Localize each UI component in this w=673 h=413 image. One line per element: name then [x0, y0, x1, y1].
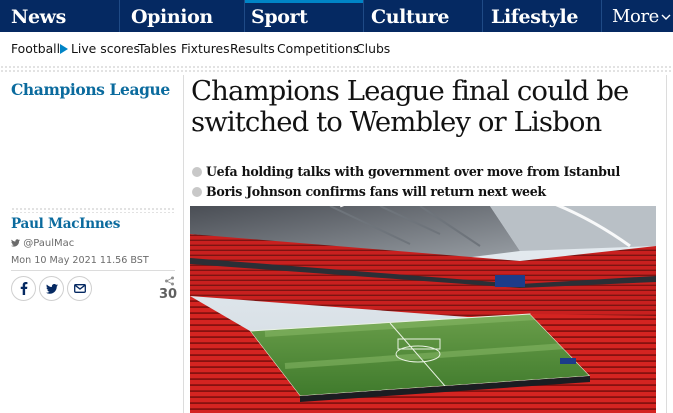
standfirst-text: Boris Johnson confirms fans will return …	[206, 184, 546, 199]
subnav-fixtures[interactable]: Fixtures	[181, 41, 230, 56]
standfirst-bullets: Uefa holding talks with government over …	[191, 162, 661, 202]
byline-rule	[11, 270, 175, 271]
subnav-competitions[interactable]: Competitions	[277, 41, 359, 56]
chevron-down-icon	[661, 14, 671, 20]
standfirst-text: Uefa holding talks with government over …	[206, 164, 621, 179]
nav-lifestyle[interactable]: Lifestyle	[491, 0, 578, 32]
play-icon	[60, 44, 68, 54]
share-count: 30	[159, 287, 178, 302]
twitter-icon	[11, 239, 20, 247]
email-icon	[73, 284, 86, 293]
publish-date: Mon 10 May 2021 11.56 BST	[11, 255, 149, 266]
subnav-tables[interactable]: Tables	[138, 41, 177, 56]
facebook-icon	[20, 282, 27, 295]
dotted-divider	[0, 65, 673, 72]
nav-divider	[119, 0, 120, 32]
bullet-icon	[192, 167, 202, 177]
author-name[interactable]: Paul MacInnes	[11, 216, 120, 232]
column-divider-right	[666, 75, 667, 413]
subnav-clubs[interactable]: Clubs	[356, 41, 390, 56]
nav-sport[interactable]: Sport	[251, 0, 308, 32]
column-divider	[183, 75, 184, 413]
nav-divider	[363, 0, 364, 32]
nav-more-label: More	[612, 6, 659, 27]
subnav-live-scores-label: Live scores	[71, 41, 140, 56]
nav-more-button[interactable]: More	[612, 0, 671, 32]
twitter-icon	[45, 283, 58, 294]
stadium-illustration	[190, 206, 656, 413]
section-label[interactable]: Champions League	[11, 80, 170, 99]
bullet-icon	[192, 187, 202, 197]
subnav-live-scores[interactable]: Live scores	[60, 41, 140, 56]
nav-divider	[244, 0, 245, 32]
nav-divider	[482, 0, 483, 32]
sport-subnav: Football Live scores Tables Fixtures Res…	[0, 32, 673, 65]
byline-divider	[11, 207, 175, 213]
nav-culture[interactable]: Culture	[371, 0, 449, 32]
twitter-handle[interactable]: @PaulMac	[11, 238, 74, 249]
share-twitter-button[interactable]	[39, 276, 64, 301]
nav-news[interactable]: News	[11, 0, 66, 32]
subnav-results[interactable]: Results	[230, 41, 275, 56]
standfirst-item: Uefa holding talks with government over …	[191, 162, 661, 182]
nav-opinion[interactable]: Opinion	[131, 0, 213, 32]
primary-nav: News Opinion Sport Culture Lifestyle Mor…	[0, 0, 673, 32]
subnav-football[interactable]: Football	[11, 41, 60, 56]
share-facebook-button[interactable]	[11, 276, 36, 301]
nav-divider	[601, 0, 602, 32]
standfirst-item: Boris Johnson confirms fans will return …	[191, 182, 661, 202]
share-email-button[interactable]	[67, 276, 92, 301]
share-count-icon	[165, 276, 174, 286]
twitter-handle-label: @PaulMac	[23, 238, 75, 249]
stadium-photo[interactable]	[190, 206, 656, 413]
article-headline: Champions League final could be switched…	[191, 75, 629, 138]
